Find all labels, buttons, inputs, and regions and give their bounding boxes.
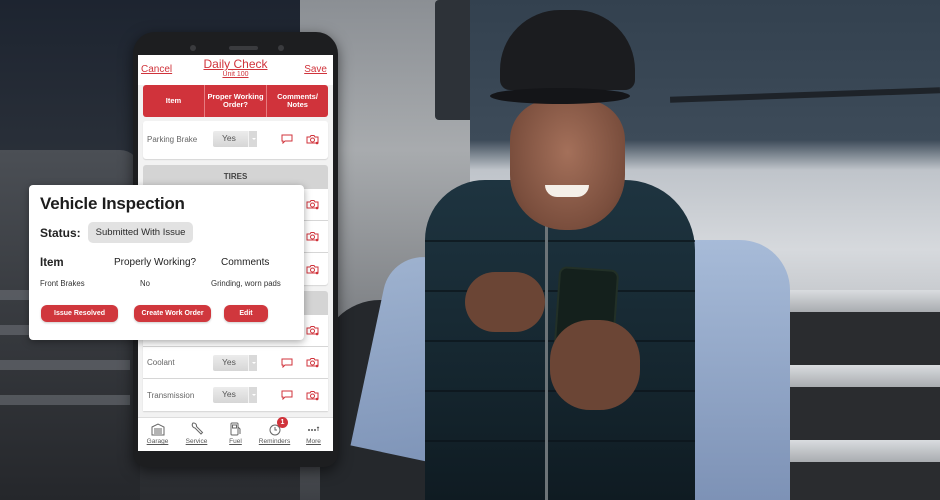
item-label: Coolant <box>147 358 175 367</box>
working-order-select[interactable]: Yes <box>213 131 257 147</box>
select-value: Yes <box>222 389 236 399</box>
chevron-down-icon <box>248 131 257 147</box>
row-comments: Grinding, worn pads <box>211 279 281 288</box>
tab-label: More <box>306 438 321 445</box>
camera-icon[interactable] <box>306 134 319 145</box>
tab-label: Service <box>185 438 208 445</box>
bottom-tab-bar: Garage Service Fuel 1 Reminders More <box>138 417 333 451</box>
driver-person <box>350 10 790 500</box>
working-order-select[interactable]: Yes <box>213 387 257 403</box>
list-item: Coolant Yes <box>143 347 328 379</box>
tab-more[interactable]: More <box>294 418 333 451</box>
column-header: Item Proper Working Order? Comments/ Not… <box>143 85 328 117</box>
garage-icon <box>151 423 164 436</box>
tab-service[interactable]: Service <box>177 418 216 451</box>
speaker-grille <box>229 46 258 50</box>
edit-button[interactable]: Edit <box>224 305 268 322</box>
camera-icon[interactable] <box>306 231 319 242</box>
create-work-order-button[interactable]: Create Work Order <box>134 305 211 322</box>
tab-reminders[interactable]: 1 Reminders <box>255 417 294 451</box>
more-dots-icon <box>307 426 319 431</box>
row-item: Front Brakes <box>40 279 85 288</box>
header-item: Item <box>40 257 64 269</box>
status-line: Status: Submitted With Issue <box>40 222 293 243</box>
item-label: Transmission <box>147 390 195 400</box>
issue-resolved-button[interactable]: Issue Resolved <box>41 305 118 322</box>
chevron-down-icon <box>248 387 257 403</box>
front-camera-icon <box>278 45 284 51</box>
tab-label: Fuel <box>229 438 242 445</box>
column-working-order: Proper Working Order? <box>205 85 267 117</box>
action-buttons: Issue Resolved Create Work Order Edit <box>40 305 293 322</box>
comment-icon[interactable] <box>281 390 293 400</box>
wrench-icon <box>191 422 203 435</box>
comment-icon[interactable] <box>281 358 293 368</box>
card-title: Vehicle Inspection <box>40 194 185 213</box>
item-label: Parking Brake <box>147 134 198 144</box>
table-row: Front Brakes No Grinding, worn pads <box>40 279 293 288</box>
camera-icon[interactable] <box>306 199 319 210</box>
column-item: Item <box>143 85 205 117</box>
save-button[interactable]: Save <box>304 64 327 75</box>
notification-badge: 1 <box>277 417 288 428</box>
app-header: Cancel Daily Check Unit 100 Save <box>138 55 333 85</box>
status-badge: Submitted With Issue <box>87 222 194 243</box>
comment-icon[interactable] <box>281 134 293 144</box>
status-label: Status: <box>40 225 81 240</box>
select-value: Yes <box>222 356 236 367</box>
header-comments: Comments <box>221 257 270 268</box>
list-item: Transmission Yes <box>143 379 328 411</box>
tab-fuel[interactable]: Fuel <box>216 418 255 451</box>
camera-icon[interactable] <box>306 325 319 336</box>
checklist-card: Parking Brake Yes <box>143 121 328 159</box>
vehicle-inspection-card: Vehicle Inspection Status: Submitted Wit… <box>29 185 304 340</box>
camera-icon[interactable] <box>306 357 319 368</box>
list-item: Parking Brake Yes <box>143 121 328 157</box>
camera-icon[interactable] <box>306 390 319 401</box>
select-value: Yes <box>222 133 236 143</box>
fuel-pump-icon <box>230 422 240 436</box>
chevron-down-icon <box>248 354 257 371</box>
sensor-icon <box>190 45 196 51</box>
row-working: No <box>140 279 150 288</box>
header-properly-working: Properly Working? <box>114 257 197 268</box>
column-comments: Comments/ Notes <box>277 92 318 109</box>
tab-label: Reminders <box>258 438 291 445</box>
tab-garage[interactable]: Garage <box>138 418 177 451</box>
camera-icon[interactable] <box>306 264 319 275</box>
tab-label: Garage <box>146 438 169 445</box>
working-order-select[interactable]: Yes <box>213 354 257 371</box>
inspection-table-header: Item Properly Working? Comments <box>40 257 293 269</box>
